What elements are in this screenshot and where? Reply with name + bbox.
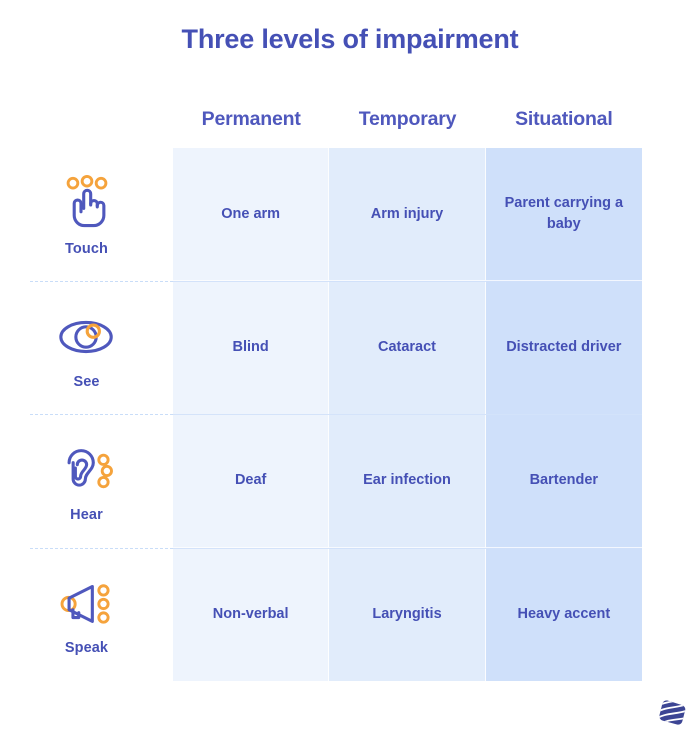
matrix-cell: Parent carrying a baby: [485, 148, 642, 282]
matrix-cell: Arm injury: [329, 148, 486, 282]
matrix-cell: One arm: [173, 148, 330, 282]
category-touch: Touch: [0, 148, 173, 281]
category-label-see: See: [73, 373, 100, 390]
category-hear: Hear: [0, 415, 173, 548]
matrix-row-rule-1: [173, 281, 642, 282]
category-label-hear: Hear: [70, 507, 103, 524]
column-header-permanent: Permanent: [201, 108, 301, 130]
matrix-row-rule-3: [173, 548, 642, 549]
matrix-row-rule-2: [173, 414, 642, 415]
matrix-cell: Deaf: [173, 414, 330, 548]
category-see: See: [0, 281, 173, 414]
rail-divider-1: [30, 281, 173, 282]
matrix-cell: Blind: [173, 281, 330, 415]
matrix-cell: Distracted driver: [485, 281, 642, 415]
matrix-cell: Bartender: [485, 414, 642, 548]
category-speak: Speak: [0, 548, 173, 681]
category-label-speak: Speak: [64, 640, 109, 657]
column-header-situational: Situational: [515, 108, 613, 130]
matrix-cell: Cataract: [329, 281, 486, 415]
pointing-hand-icon: [66, 174, 107, 227]
eye-icon: [58, 320, 113, 353]
matrix-cell: Heavy accent: [485, 547, 642, 681]
matrix-cell: Laryngitis: [329, 547, 486, 681]
matrix-column-headers: Permanent Temporary Situational: [173, 108, 642, 131]
category-label-touch: Touch: [65, 240, 108, 257]
column-header-temporary: Temporary: [358, 108, 457, 130]
rail-divider-2: [30, 414, 173, 415]
matrix-cell: Ear infection: [329, 414, 486, 548]
megaphone-icon: [60, 584, 110, 625]
page-title: Three levels of impairment: [181, 24, 519, 54]
brand-logo: [659, 700, 686, 725]
rail-divider-3: [30, 548, 173, 549]
matrix-cell: Non-verbal: [173, 547, 330, 681]
ear-icon: [67, 449, 113, 489]
